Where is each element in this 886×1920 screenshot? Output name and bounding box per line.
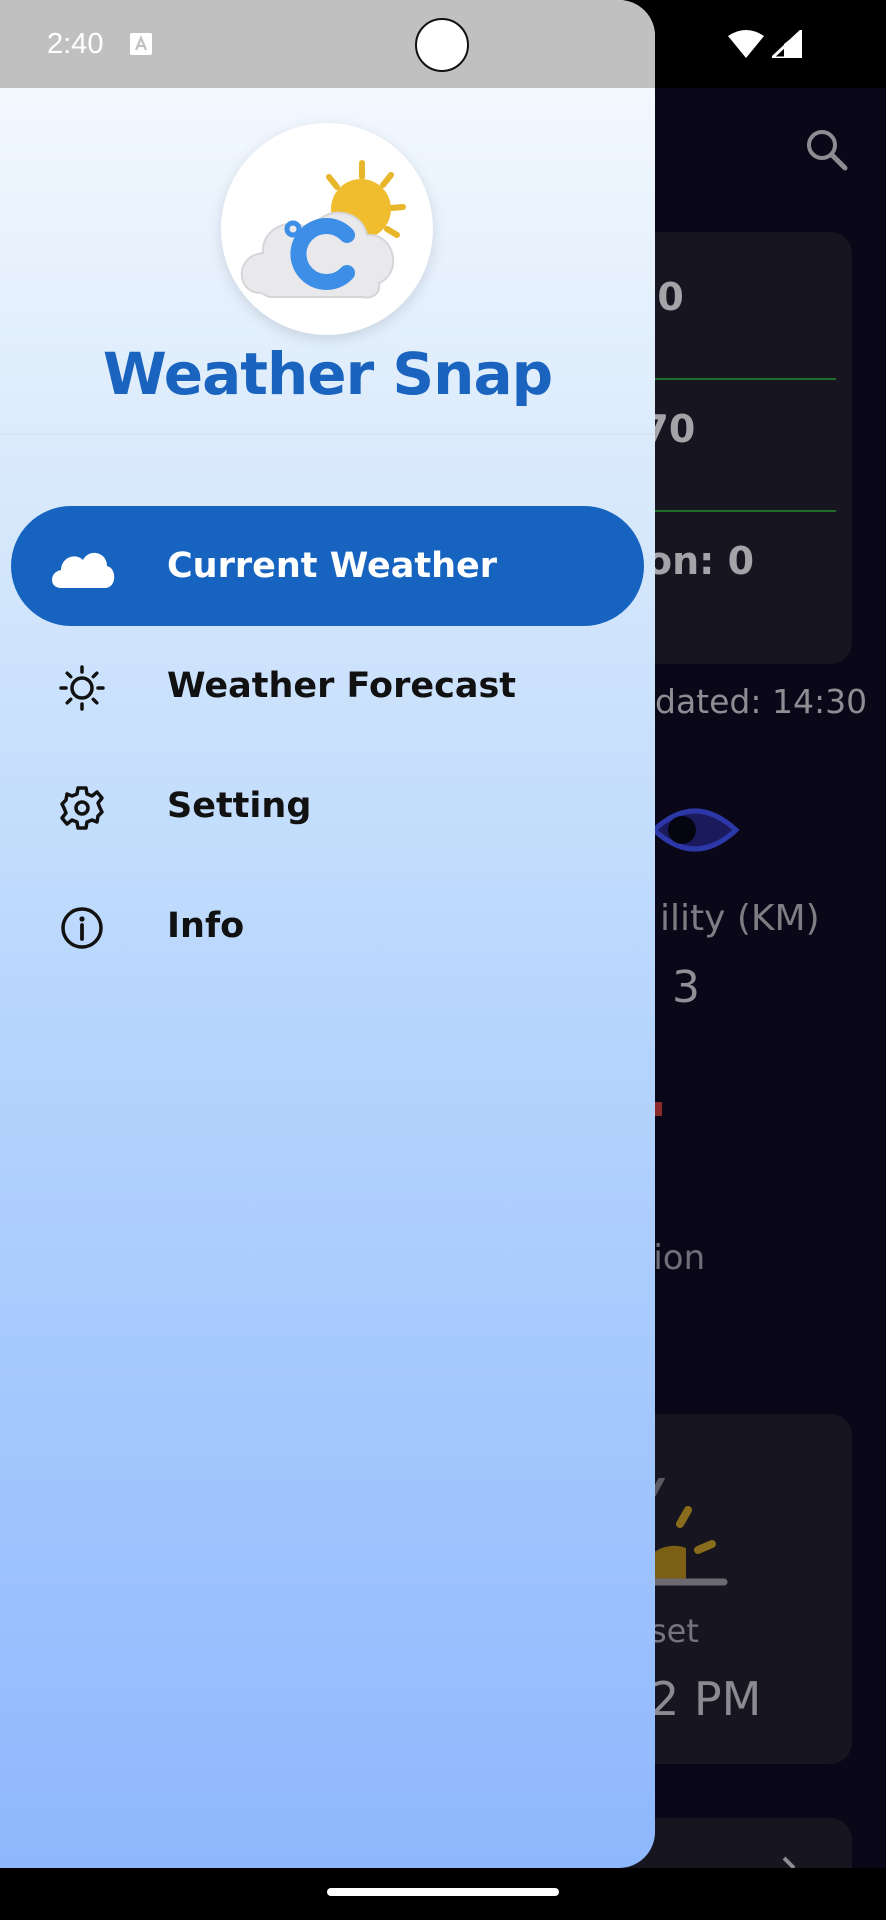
chevron-right-icon	[782, 1856, 796, 1868]
sunset-label: set	[650, 1612, 699, 1650]
nav-label-setting: Setting	[167, 786, 312, 826]
header-divider	[0, 434, 655, 435]
weather-logo-icon	[240, 160, 406, 299]
home-gesture-bar[interactable]	[327, 1888, 559, 1896]
nav-label-current-weather: Current Weather	[167, 546, 498, 586]
nav-label-weather-forecast: Weather Forecast	[167, 666, 517, 706]
gear-icon	[60, 786, 104, 830]
app-title: Weather Snap	[102, 340, 553, 408]
info-icon	[61, 907, 103, 949]
eye-icon	[650, 808, 740, 852]
notification-icon	[130, 33, 152, 55]
status-time: 2:40	[47, 28, 104, 60]
wifi-icon	[728, 30, 764, 58]
nav-item-current-weather[interactable]: Current Weather	[11, 506, 644, 626]
search-icon[interactable]	[805, 128, 849, 172]
last-updated-text: dated: 14:30	[655, 682, 868, 721]
cloud-icon	[52, 552, 115, 588]
camera-cutout	[415, 18, 469, 72]
status-bar: 2:40	[0, 0, 655, 88]
sunset-time: 2 PM	[650, 1672, 762, 1726]
visibility-value: 3	[672, 962, 700, 1013]
navigation-drawer: 2:40 Weather Snap Current Weather Weathe…	[0, 0, 655, 1868]
sun-icon	[59, 665, 105, 711]
nav-label-info: Info	[167, 906, 245, 946]
signal-icon	[772, 30, 802, 58]
app-logo	[221, 123, 433, 335]
nav-item-info[interactable]: Info	[11, 866, 644, 986]
nav-item-setting[interactable]: Setting	[11, 746, 644, 866]
nav-item-weather-forecast[interactable]: Weather Forecast	[11, 626, 644, 746]
visibility-label: ility (KM)	[660, 898, 820, 939]
